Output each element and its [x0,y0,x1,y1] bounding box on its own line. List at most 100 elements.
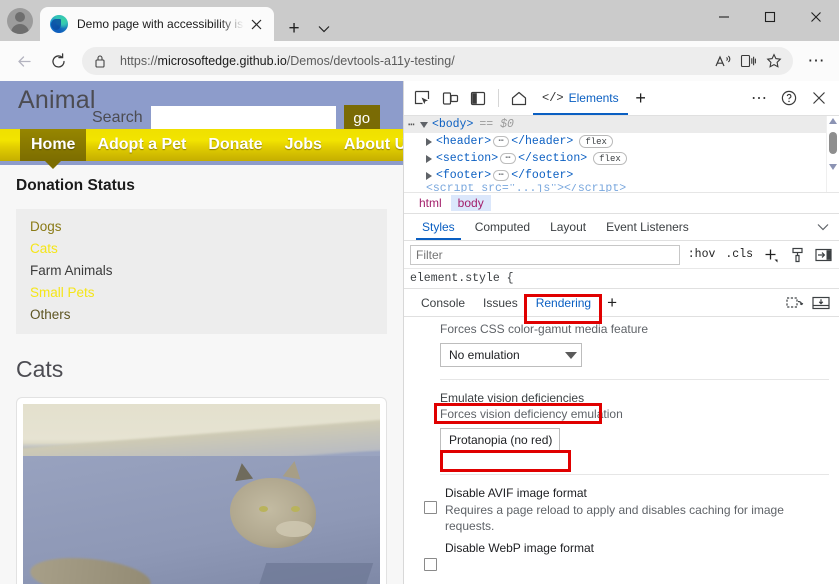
filter-input[interactable] [410,245,680,265]
computed-sidebar-icon[interactable] [813,245,833,265]
tab-rendering[interactable]: Rendering [527,290,600,316]
donation-status-list: Dogs Cats Farm Animals Small Pets Others [16,209,387,334]
collapsed-children-icon[interactable]: ⋯ [493,170,509,181]
vision-deficiency-select[interactable]: Protanopia (no red) [440,428,560,452]
list-item[interactable]: Small Pets [30,285,373,300]
dom-row[interactable]: <section> ⋯ </section> flex [404,150,839,167]
minimize-button[interactable] [701,0,747,34]
scroll-up-icon[interactable] [829,118,837,124]
dom-tree[interactable]: ⋯ <body> == $0 <header> ⋯ </header> flex… [404,116,839,192]
caret-right-icon[interactable] [426,138,432,146]
scrollbar-thumb[interactable] [829,132,837,154]
chevron-down-icon[interactable] [817,220,829,234]
disable-avif-row[interactable]: Disable AVIF image format Requires a pag… [414,485,829,534]
back-button[interactable] [8,45,40,77]
add-panel-button[interactable]: + [628,85,654,111]
color-gamut-description: Forces CSS color-gamut media feature [414,317,829,337]
device-emulation-icon[interactable] [436,85,464,111]
dom-row-menu-icon[interactable]: ⋯ [408,117,416,132]
favorite-icon[interactable] [761,48,787,74]
profile-button[interactable] [0,0,40,41]
browser-tab[interactable]: Demo page with accessibility issu [40,7,274,41]
maximize-button[interactable] [747,0,793,34]
color-gamut-select[interactable]: No emulation [440,343,582,367]
help-icon[interactable] [775,85,803,111]
scroll-down-icon[interactable] [829,164,837,170]
close-window-button[interactable] [793,0,839,34]
dock-side-icon[interactable] [464,85,492,111]
add-drawer-tab-button[interactable]: + [600,291,624,315]
tab-event-listeners[interactable]: Event Listeners [596,214,699,240]
browser-more-button[interactable]: ⋯ [801,45,831,77]
disable-webp-row[interactable]: Disable WebP image format [414,540,829,573]
cls-button[interactable]: .cls [723,248,755,261]
code-icon: </> [542,91,564,105]
close-devtools-icon[interactable] [805,85,833,111]
content-split: Animal Search go Home Adopt a Pet Donate… [0,81,839,584]
tab-issues[interactable]: Issues [474,290,527,316]
chevron-down-icon[interactable] [312,17,336,41]
flex-badge[interactable]: flex [579,135,613,148]
web-page-viewport: Animal Search go Home Adopt a Pet Donate… [0,81,404,584]
page-body: Donation Status Dogs Cats Farm Animals S… [0,165,403,584]
close-icon[interactable] [244,12,268,36]
search-input[interactable] [151,106,336,130]
nav-item-jobs[interactable]: Jobs [274,129,333,161]
address-bar[interactable]: https://microsoftedge.github.io/Demos/de… [82,47,793,75]
caret-right-icon[interactable] [426,155,432,163]
tab-console[interactable]: Console [412,290,474,316]
cat-photo [23,404,380,584]
dom-row[interactable]: <header> ⋯ </header> flex [404,133,839,150]
element-style-rule: element.style { [404,269,839,289]
caret-down-icon[interactable] [420,122,428,128]
list-item[interactable]: Others [30,307,373,322]
list-item[interactable]: Cats [30,241,373,256]
tab-computed[interactable]: Computed [465,214,540,240]
breadcrumb-item-html[interactable]: html [412,195,449,211]
disable-webp-title: Disable WebP image format [445,540,594,557]
close-drawer-icon[interactable] [811,293,831,313]
dom-tag: <body> [432,118,473,131]
dom-tag-open: <section> [436,152,498,165]
divider [440,379,829,380]
tab-elements[interactable]: </> Elements [533,81,628,115]
divider [440,474,829,475]
nav-item-donate[interactable]: Donate [197,129,273,161]
hov-button[interactable]: :hov [686,248,718,261]
tab-styles[interactable]: Styles [412,214,465,240]
site-nav: Home Adopt a Pet Donate Jobs About Us [0,129,403,161]
devtools-more-button[interactable]: ⋯ [745,85,773,111]
disable-avif-checkbox[interactable] [424,501,437,514]
home-icon[interactable] [505,85,533,111]
styles-filter-row: :hov .cls [404,241,839,269]
disable-webp-checkbox[interactable] [424,558,437,571]
dom-tree-scrollbar[interactable] [826,116,839,192]
list-item[interactable]: Dogs [30,219,373,234]
breadcrumb-item-body[interactable]: body [451,195,491,211]
class-styles-icon[interactable] [787,245,807,265]
lock-icon [94,54,110,68]
new-tab-button[interactable]: + [282,17,306,41]
collapsed-children-icon[interactable]: ⋯ [500,153,516,164]
dom-row[interactable]: ⋯ <body> == $0 [404,116,839,133]
nav-item-home[interactable]: Home [20,129,86,161]
styles-pane-tabs: Styles Computed Layout Event Listeners [404,214,839,241]
disable-avif-description: Requires a page reload to apply and disa… [445,502,829,534]
nav-item-about-us[interactable]: About Us [333,129,404,161]
nav-item-adopt-a-pet[interactable]: Adopt a Pet [86,129,197,161]
immersive-reader-icon[interactable] [735,48,761,74]
dom-row-partial[interactable]: <script src="...js"></script> [404,184,839,192]
read-aloud-icon[interactable] [709,48,735,74]
vision-deficiency-value: Protanopia (no red) [449,433,552,447]
list-item[interactable]: Farm Animals [30,263,373,278]
tab-layout[interactable]: Layout [540,214,596,240]
go-button[interactable]: go [344,105,380,131]
screencast-icon[interactable] [785,293,805,313]
new-style-rule-icon[interactable] [761,245,781,265]
caret-right-icon[interactable] [426,172,432,180]
refresh-button[interactable] [42,45,74,77]
collapsed-children-icon[interactable]: ⋯ [493,136,509,147]
inspect-element-icon[interactable] [408,85,436,111]
dom-row[interactable]: <footer> ⋯ </footer> [404,167,839,184]
flex-badge[interactable]: flex [593,152,627,165]
